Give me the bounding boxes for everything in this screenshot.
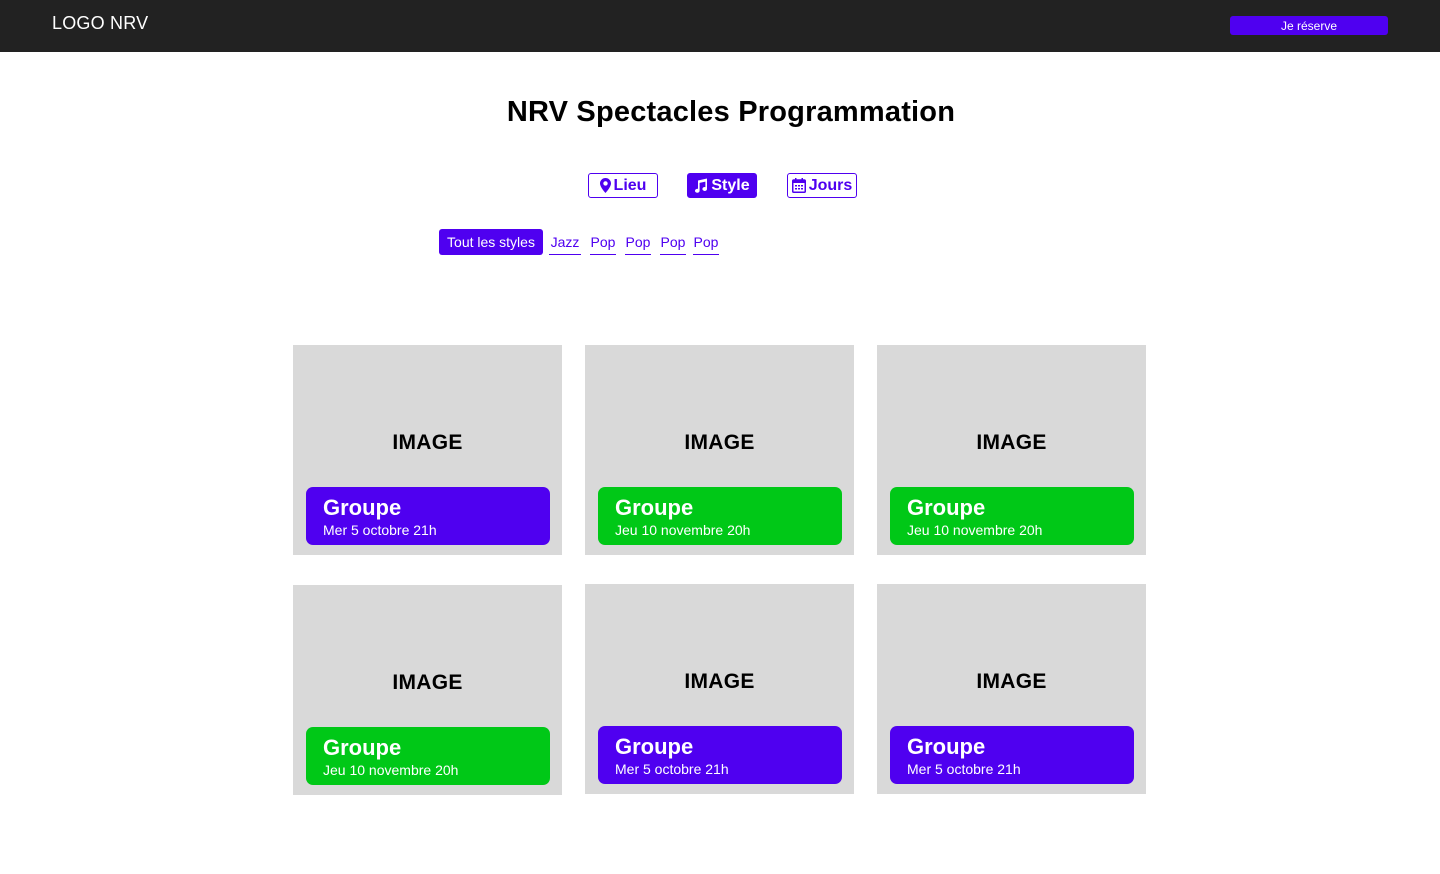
event-card[interactable]: IMAGE Groupe Jeu 10 novembre 20h (585, 345, 854, 555)
event-card[interactable]: IMAGE Groupe Mer 5 octobre 21h (877, 584, 1146, 794)
music-note-icon (694, 178, 708, 193)
event-date: Jeu 10 novembre 20h (323, 762, 459, 778)
event-date: Mer 5 octobre 21h (323, 522, 437, 538)
event-card[interactable]: IMAGE Groupe Jeu 10 novembre 20h (877, 345, 1146, 555)
filter-jours-label: Jours (808, 176, 853, 194)
logo[interactable]: LOGO NRV (52, 13, 148, 34)
event-date: Mer 5 octobre 21h (907, 761, 1021, 777)
style-chip-jazz[interactable]: Jazz (549, 229, 581, 255)
event-date: Jeu 10 novembre 20h (907, 522, 1043, 538)
page-title: NRV Spectacles Programmation (506, 96, 956, 128)
image-placeholder: IMAGE (392, 671, 463, 694)
image-placeholder: IMAGE (684, 670, 755, 693)
map-pin-icon (599, 178, 611, 193)
event-info: Groupe Mer 5 octobre 21h (598, 726, 842, 784)
style-chip-pop[interactable]: Pop (693, 229, 719, 255)
event-name: Groupe (615, 495, 694, 520)
event-card[interactable]: IMAGE Groupe Mer 5 octobre 21h (585, 584, 854, 794)
style-chip-all[interactable]: Tout les styles (439, 229, 543, 255)
event-date: Mer 5 octobre 21h (615, 761, 729, 777)
filter-jours-button[interactable]: Jours (787, 173, 857, 198)
event-name: Groupe (323, 495, 402, 520)
image-placeholder: IMAGE (392, 431, 463, 454)
event-name: Groupe (615, 734, 694, 759)
image-placeholder: IMAGE (684, 431, 755, 454)
filter-style-button[interactable]: Style (687, 173, 757, 198)
calendar-icon (791, 178, 806, 193)
reserve-button[interactable]: Je réserve (1230, 16, 1388, 35)
event-info: Groupe Jeu 10 novembre 20h (306, 727, 550, 785)
event-info: Groupe Mer 5 octobre 21h (306, 487, 550, 545)
event-date: Jeu 10 novembre 20h (615, 522, 751, 538)
filter-style-label: Style (711, 176, 750, 194)
event-info: Groupe Jeu 10 novembre 20h (890, 487, 1134, 545)
event-card[interactable]: IMAGE Groupe Mer 5 octobre 21h (293, 345, 562, 555)
image-placeholder: IMAGE (976, 431, 1047, 454)
style-chip-pop[interactable]: Pop (590, 229, 616, 255)
event-name: Groupe (907, 734, 986, 759)
style-chip-pop[interactable]: Pop (625, 229, 651, 255)
filter-lieu-label: Lieu (613, 176, 647, 194)
style-chip-pop[interactable]: Pop (660, 229, 686, 255)
image-placeholder: IMAGE (976, 670, 1047, 693)
top-bar: LOGO NRV Je réserve (0, 0, 1440, 52)
event-name: Groupe (323, 735, 402, 760)
event-info: Groupe Mer 5 octobre 21h (890, 726, 1134, 784)
filter-lieu-button[interactable]: Lieu (588, 173, 658, 198)
event-name: Groupe (907, 495, 986, 520)
event-card[interactable]: IMAGE Groupe Jeu 10 novembre 20h (293, 585, 562, 795)
event-info: Groupe Jeu 10 novembre 20h (598, 487, 842, 545)
